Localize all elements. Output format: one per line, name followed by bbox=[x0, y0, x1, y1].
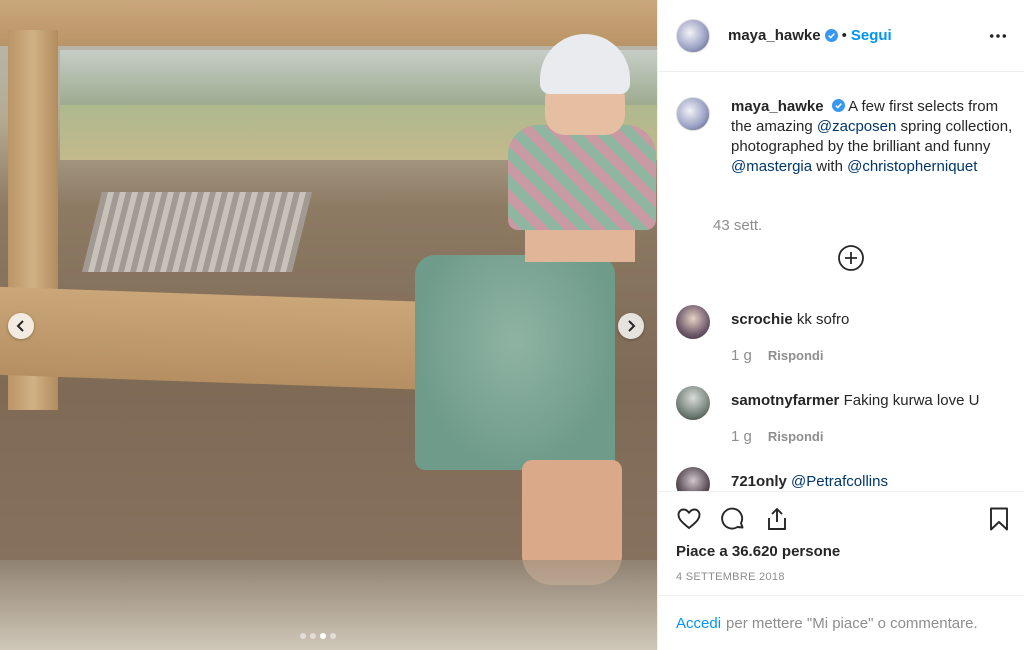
comment-button[interactable] bbox=[720, 506, 746, 536]
carousel-dot bbox=[300, 633, 306, 639]
avatar[interactable] bbox=[676, 97, 710, 131]
post-photo[interactable] bbox=[0, 0, 657, 650]
verified-badge-icon bbox=[831, 99, 845, 112]
like-button[interactable] bbox=[676, 506, 702, 536]
more-horizontal-icon bbox=[989, 33, 1007, 38]
bookmark-icon bbox=[990, 507, 1008, 531]
follow-button[interactable]: Segui bbox=[851, 27, 892, 44]
carousel-prev-button[interactable] bbox=[8, 313, 34, 339]
carousel-dot bbox=[310, 633, 316, 639]
comments-list[interactable]: maya_hawke A few first selects from the … bbox=[658, 73, 1024, 491]
login-bar: Accedi per mettere "Mi piace" o commenta… bbox=[658, 595, 1024, 650]
carousel-next-button[interactable] bbox=[618, 313, 644, 339]
save-button[interactable] bbox=[986, 506, 1012, 536]
comment-username[interactable]: scrochie bbox=[731, 311, 793, 328]
likes-count[interactable]: Piace a 36.620 persone bbox=[676, 543, 840, 560]
post-side-panel: maya_hawke • Segui maya_hawke A few firs… bbox=[657, 0, 1024, 650]
caption-text: maya_hawke A few first selects from the … bbox=[731, 97, 1021, 177]
comment-timestamp[interactable]: 1 g bbox=[731, 428, 752, 445]
caption-timestamp[interactable]: 43 sett. bbox=[713, 217, 762, 234]
carousel-dot-active bbox=[320, 633, 326, 639]
avatar[interactable] bbox=[676, 18, 710, 53]
header-username[interactable]: maya_hawke bbox=[728, 27, 821, 44]
plus-circle-icon bbox=[838, 245, 864, 271]
avatar[interactable] bbox=[676, 386, 710, 420]
avatar[interactable] bbox=[676, 467, 710, 491]
comment-username[interactable]: 721only bbox=[731, 473, 787, 490]
comment-meta: 1 g Rispondi bbox=[731, 428, 823, 445]
post-date[interactable]: 4 SETTEMBRE 2018 bbox=[676, 571, 785, 583]
comment-text: 721only @Petrafcollins bbox=[731, 472, 1016, 491]
carousel-dot bbox=[330, 633, 336, 639]
comment-body: Faking kurwa love U bbox=[843, 392, 980, 409]
header-separator: • bbox=[841, 27, 847, 44]
heart-icon bbox=[677, 508, 701, 529]
comment-text: scrochie kk sofro bbox=[731, 310, 1016, 330]
photo-beam bbox=[0, 0, 657, 46]
action-icons bbox=[676, 506, 790, 536]
photo-tin-sheet bbox=[82, 192, 312, 272]
carousel-dots bbox=[300, 633, 336, 639]
load-more-comments-button[interactable] bbox=[837, 244, 865, 272]
caption-text-part: with bbox=[812, 158, 848, 175]
comment-meta: 1 g Rispondi bbox=[731, 347, 823, 364]
mention-link[interactable]: @zacposen bbox=[817, 118, 896, 135]
share-icon bbox=[768, 508, 786, 530]
comment-body: kk sofro bbox=[796, 311, 850, 328]
chevron-left-icon bbox=[16, 320, 24, 332]
more-options-button[interactable] bbox=[988, 26, 1008, 46]
mention-link[interactable]: @mastergia bbox=[731, 158, 812, 175]
post-actions: Piace a 36.620 persone 4 SETTEMBRE 2018 bbox=[658, 491, 1024, 595]
comment-icon bbox=[721, 507, 744, 530]
chevron-right-icon bbox=[628, 320, 636, 332]
share-button[interactable] bbox=[764, 506, 790, 536]
comment-username[interactable]: samotnyfarmer bbox=[731, 392, 839, 409]
mention-link[interactable]: @christopherniquet bbox=[847, 158, 977, 175]
caption-username[interactable]: maya_hawke bbox=[731, 98, 824, 115]
login-link[interactable]: Accedi bbox=[676, 615, 721, 632]
mention-link[interactable]: @Petrafcollins bbox=[791, 473, 888, 490]
reply-button[interactable]: Rispondi bbox=[768, 348, 824, 363]
post-header: maya_hawke • Segui bbox=[658, 0, 1024, 72]
avatar[interactable] bbox=[676, 305, 710, 339]
comment-text: samotnyfarmer Faking kurwa love U bbox=[731, 391, 1016, 411]
reply-button[interactable]: Rispondi bbox=[768, 429, 824, 444]
comment-timestamp[interactable]: 1 g bbox=[731, 347, 752, 364]
photo-figure-top bbox=[508, 125, 656, 230]
photo-figure-skirt bbox=[415, 255, 615, 470]
verified-badge-icon bbox=[824, 29, 838, 42]
login-prompt-text: per mettere "Mi piace" o commentare. bbox=[726, 614, 978, 632]
